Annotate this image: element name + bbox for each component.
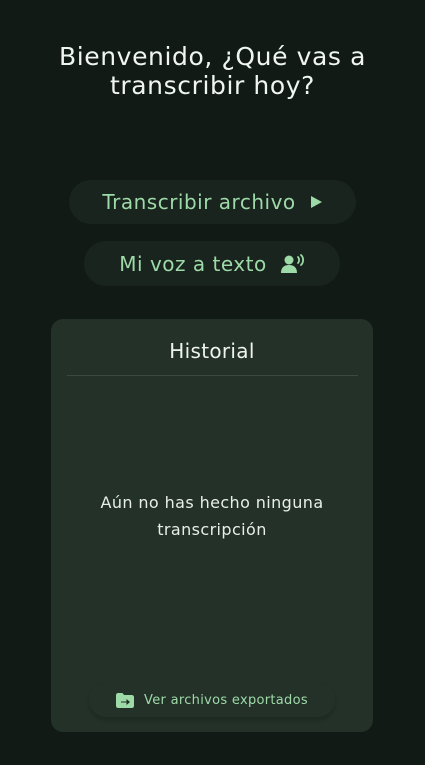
view-exported-files-label: Ver archivos exportados: [144, 692, 308, 708]
transcribe-file-label: Transcribir archivo: [102, 190, 296, 214]
welcome-heading: Bienvenido, ¿Qué vas a transcribir hoy?: [20, 42, 405, 100]
voice-to-text-button[interactable]: Mi voz a texto: [84, 241, 340, 286]
welcome-line-2: transcribir hoy?: [109, 71, 316, 100]
play-icon: [310, 195, 323, 209]
speaking-person-icon: [280, 253, 305, 274]
folder-export-icon: [116, 692, 135, 708]
voice-to-text-label: Mi voz a texto: [119, 251, 267, 276]
history-card: Historial Aún no has hecho ninguna trans…: [51, 319, 373, 732]
history-empty-line-2: transcripción: [157, 520, 267, 539]
history-empty-message: Aún no has hecho ninguna transcripción: [81, 489, 343, 543]
history-title: Historial: [169, 339, 255, 363]
welcome-line-1: Bienvenido, ¿Qué vas a: [58, 42, 367, 71]
transcribe-file-button[interactable]: Transcribir archivo: [69, 180, 356, 224]
history-empty-line-1: Aún no has hecho ninguna: [100, 493, 324, 512]
history-divider: [67, 375, 358, 376]
view-exported-files-button[interactable]: Ver archivos exportados: [89, 683, 335, 717]
